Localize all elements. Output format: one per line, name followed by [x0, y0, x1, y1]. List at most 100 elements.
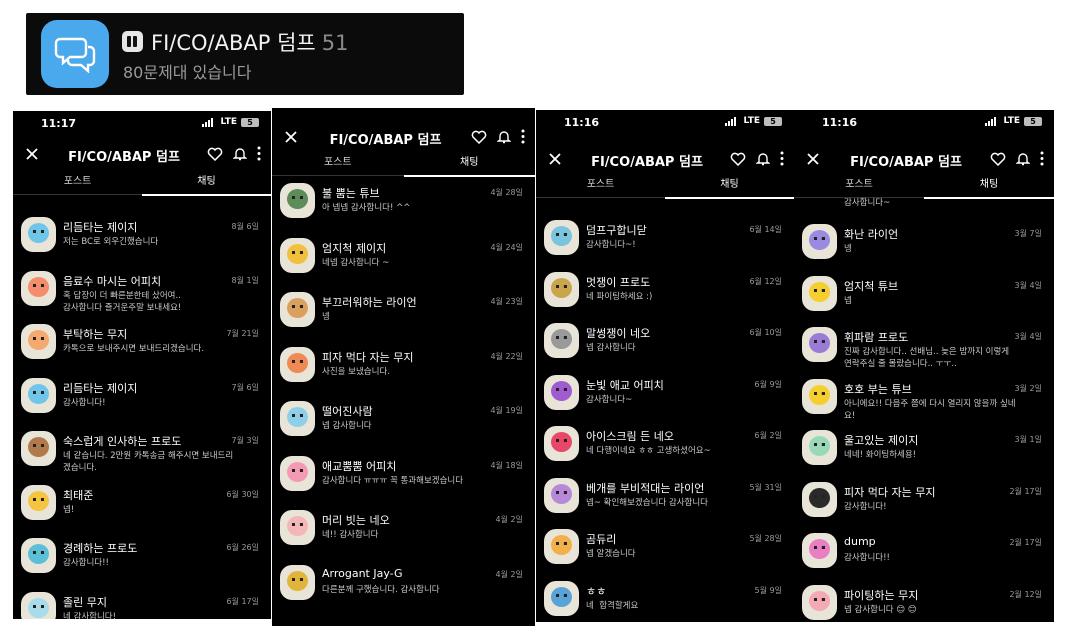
chat-row[interactable]: 머리 빗는 네오 네!! 감사합니다 4월 2일: [272, 508, 535, 558]
tab-post[interactable]: 포스트: [272, 154, 404, 176]
chat-date: 3월 2일: [1014, 383, 1042, 393]
tab-chat[interactable]: 채팅: [142, 173, 271, 196]
profile-avatar: [21, 591, 56, 619]
chat-row[interactable]: 리듬타는 제이지 감사합니다! 7월 6일: [13, 376, 271, 426]
chat-row[interactable]: 졸린 무지 네 감사합니다! 6월 17일: [13, 590, 271, 619]
heart-icon[interactable]: [730, 151, 746, 170]
chat-row[interactable]: 아이스크림 든 네오 네 다행이네요 ㅎㅎ 고생하셨어요~ 6월 2일: [536, 424, 794, 474]
more-icon[interactable]: [780, 151, 784, 170]
chat-last-message: 네네! 화이팅하세용!: [844, 450, 917, 460]
chat-last-message: 감사합니다!: [844, 501, 887, 512]
chat-row[interactable]: 리듬타는 제이지 저는 BC로 외우긴했습니다 8월 6일: [13, 215, 271, 265]
chat-last-message: 혹 답장이 더 빠른분한테 샀어여.. 감사합니다 즐거운주말 보내세요!: [63, 290, 182, 313]
chat-row[interactable]: 부탁하는 무지 카톡으로 보내주시면 보내드리겠습니다. 7월 21일: [13, 322, 271, 372]
phone-screen-4: 11:16 LTE 5 FI/CO/ABAP 덤프 포스트 채팅 감사합니다~ …: [794, 110, 1054, 622]
profile-avatar: [21, 217, 56, 252]
chat-row[interactable]: 눈빛 애교 어피치 감사합니다~ 6월 9일: [536, 373, 794, 423]
tab-chat[interactable]: 채팅: [403, 154, 536, 177]
chat-name: 부끄러워하는 라이언: [322, 296, 417, 309]
chat-date: 6월 26일: [226, 543, 259, 552]
banner-title: FI/CO/ABAP 덤프 51: [151, 31, 349, 55]
status-time: 11:16: [822, 116, 858, 129]
tab-bar: 포스트 채팅: [13, 173, 271, 196]
chat-row[interactable]: 덤프구합니닫 감사합니다~! 6월 14일: [536, 218, 794, 268]
battery-icon: 5: [764, 117, 782, 126]
bell-icon[interactable]: [232, 146, 248, 165]
tab-chat[interactable]: 채팅: [665, 176, 794, 199]
chat-date: 5월 9일: [754, 585, 782, 595]
chat-date: 5월 31일: [749, 482, 782, 492]
chat-header: FI/CO/ABAP 덤프: [536, 144, 794, 174]
chat-row[interactable]: 멋쟁이 프로도 네 파이팅하세요 :) 6월 12일: [536, 270, 794, 320]
status-time: 11:16: [564, 116, 600, 129]
phone-screen-1: 11:17 LTE 5 FI/CO/ABAP 덤프 포스트 채팅 리듬타는 제이…: [13, 111, 271, 619]
tab-post[interactable]: 포스트: [536, 176, 665, 198]
chat-name: 졸린 무지: [63, 595, 107, 609]
chat-row[interactable]: 휘파람 프로도 진짜 감사합니다.. 선배님.. 늦은 밤까지 이렇게 연락주실 …: [794, 325, 1054, 375]
bell-icon[interactable]: [496, 129, 512, 148]
more-icon[interactable]: [257, 146, 261, 165]
chat-row[interactable]: 떨어진사람 넵 감사합니다 4월 19일: [272, 399, 535, 449]
chat-row[interactable]: ㅎㅎ 네 합격할게요 5월 9일: [536, 579, 794, 623]
chat-date: 4월 28일: [490, 188, 523, 197]
chat-name: 호호 부는 튜브: [844, 382, 912, 396]
chat-row[interactable]: 호호 부는 튜브 아니에요!! 다음주 쯤에 다시 열리지 않을까 싶네 요! 3월…: [794, 377, 1054, 427]
chat-last-message: 사진을 보냈습니다.: [322, 366, 390, 377]
heart-icon[interactable]: [990, 151, 1006, 170]
heart-icon[interactable]: [207, 146, 223, 165]
chat-name: 곰듀리: [586, 533, 617, 546]
chat-header: FI/CO/ABAP 덤프: [272, 122, 535, 152]
signal-icon: [725, 117, 736, 126]
chat-row[interactable]: 피자 먹다 자는 무지 감사합니다! 2월 17일: [794, 480, 1054, 530]
chat-row[interactable]: 곰듀리 넵 알겠습니다 5월 28일: [536, 527, 794, 577]
chat-date: 3월 1일: [1014, 435, 1042, 444]
chat-date: 6월 10일: [749, 328, 782, 337]
chat-row[interactable]: 베개를 부비적대는 라이언 넵~ 확인해보겠습니다 감사합니다 5월 31일: [536, 476, 794, 526]
chat-name: 숙스럽게 인사하는 프로도: [63, 435, 182, 448]
chat-row[interactable]: 불 뿜는 튜브 아 넵넵 감사합니다! ^^ 4월 28일: [272, 181, 535, 231]
chat-last-message: 네넵 감사합니다 ~: [322, 257, 390, 268]
chat-last-message: 감사합니다~: [586, 394, 633, 405]
status-bar: 11:17 LTE 5: [13, 111, 271, 133]
chat-list: 불 뿜는 튜브 아 넵넵 감사합니다! ^^ 4월 28일 엄지척 제이지 네넵 감사합…: [272, 181, 535, 626]
chat-row[interactable]: 엄지척 튜브 넵 3월 4일: [794, 274, 1054, 324]
profile-avatar: [280, 455, 315, 491]
chat-row[interactable]: 엄지척 제이지 네넵 감사합니다 ~ 4월 24일: [272, 236, 535, 286]
chat-date: 6월 14일: [749, 225, 782, 234]
tab-chat[interactable]: 채팅: [924, 176, 1054, 199]
chat-row[interactable]: 피자 먹다 자는 무지 사진을 보냈습니다. 4월 22일: [272, 345, 535, 395]
chat-row[interactable]: 경례하는 프로도 감사합니다!! 6월 26일: [13, 536, 271, 586]
bell-icon[interactable]: [1015, 151, 1031, 170]
more-icon[interactable]: [521, 129, 525, 148]
chat-last-message: 넵 감사합니다: [322, 421, 372, 431]
chat-row[interactable]: Arrogant Jay-G 다른분께 구했습니다. 감사합니다 4월 2일: [272, 563, 535, 613]
chat-row[interactable]: 부끄러워하는 라이언 넹 4월 23일: [272, 290, 535, 340]
chat-row[interactable]: 애교뿜뿜 어피치 감사합니다 ㅠㅠㅠ 꼭 통과해보겠습니다 4월 18일: [272, 454, 535, 504]
tab-post[interactable]: 포스트: [794, 176, 924, 198]
chat-name: 눈빛 애교 어피치: [586, 378, 664, 392]
chat-date: 7월 21일: [226, 329, 259, 338]
heart-icon[interactable]: [471, 129, 487, 148]
chat-row[interactable]: 파이팅하는 무지 넵 감사합니다 😊 😊 2월 12일: [794, 583, 1054, 623]
chat-date: 5월 28일: [749, 534, 782, 543]
chat-row[interactable]: 음료수 마시는 어피치 혹 답장이 더 빠른분한테 샀어여.. 감사합니다 즐거운…: [13, 269, 271, 319]
chat-last-message: 감사합니다!!: [844, 553, 890, 563]
profile-avatar: [802, 430, 837, 465]
chat-date: 4월 18일: [490, 460, 523, 470]
bell-icon[interactable]: [755, 151, 771, 170]
phone-screen-3: 11:16 LTE 5 FI/CO/ABAP 덤프 포스트 채팅 덤프구합니닫 감…: [536, 110, 794, 622]
chat-row[interactable]: 화난 라이언 넹 3월 7일: [794, 222, 1054, 272]
chat-row[interactable]: 말썽쟁이 네오 넵 감사합니다 6월 10일: [536, 321, 794, 371]
chat-name: 덤프구합니닫: [586, 224, 647, 237]
chat-list: 리듬타는 제이지 저는 BC로 외우긴했습니다 8월 6일 음료수 마시는 어피치 혹 …: [13, 215, 271, 619]
chat-row[interactable]: 울고있는 제이지 네네! 화이팅하세용! 3월 1일: [794, 428, 1054, 478]
chat-row[interactable]: 최태준 넵! 6월 30일: [13, 483, 271, 533]
more-icon[interactable]: [1040, 151, 1044, 170]
chat-header: FI/CO/ABAP 덤프: [794, 144, 1054, 174]
chat-name: 피자 먹다 자는 무지: [322, 350, 414, 364]
chat-name: 애교뿜뿜 어피치: [322, 459, 397, 473]
tab-post[interactable]: 포스트: [13, 173, 142, 195]
chat-row[interactable]: dump 감사합니다!! 2월 17일: [794, 531, 1054, 581]
chat-row[interactable]: 숙스럽게 인사하는 프로도 네 같습니다. 2만원 카톡송금 해주시면 보내드리 …: [13, 429, 271, 479]
chatroom-banner[interactable]: FI/CO/ABAP 덤프 51 80문제대 있습니다: [26, 13, 464, 95]
